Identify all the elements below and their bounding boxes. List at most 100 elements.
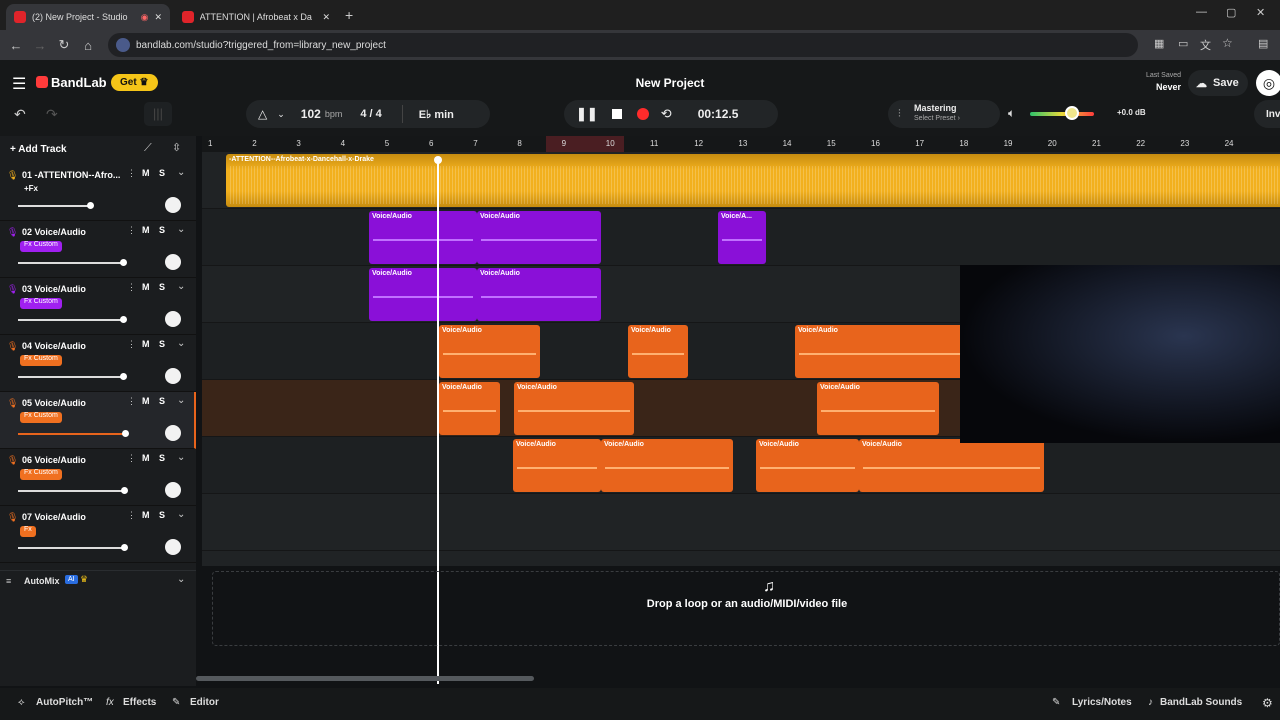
pan-knob[interactable] bbox=[165, 311, 181, 327]
volume-handle[interactable] bbox=[1065, 106, 1079, 120]
solo-button[interactable]: S bbox=[159, 225, 165, 235]
track-header[interactable]: 🎙︎ 03 Voice/Audio Fx Custom ⋮ M S ⌄ bbox=[0, 278, 196, 335]
solo-button[interactable]: S bbox=[159, 396, 165, 406]
audio-clip[interactable]: Voice/Audio bbox=[513, 439, 601, 492]
volume-slider-handle[interactable] bbox=[122, 430, 129, 437]
pan-knob[interactable] bbox=[165, 539, 181, 555]
tool-icon[interactable]: ⟋ bbox=[144, 142, 152, 155]
get-membership-button[interactable]: Get ♛ bbox=[111, 74, 158, 91]
volume-slider[interactable] bbox=[18, 433, 125, 435]
track-lane[interactable] bbox=[202, 437, 1280, 494]
track-header[interactable]: 🎙︎ 07 Voice/Audio Fx ⋮ M S ⌄ bbox=[0, 506, 196, 563]
track-name[interactable]: 03 Voice/Audio bbox=[22, 284, 86, 294]
globe-icon[interactable]: ◎ bbox=[1256, 70, 1280, 96]
pan-knob[interactable] bbox=[165, 482, 181, 498]
pan-knob[interactable] bbox=[165, 425, 181, 441]
fx-badge[interactable]: Fx Custom bbox=[20, 355, 62, 366]
new-tab-icon[interactable]: + bbox=[345, 7, 353, 23]
mute-button[interactable]: M bbox=[142, 168, 150, 178]
chevron-down-icon[interactable]: ⌄ bbox=[177, 224, 185, 235]
pause-icon[interactable]: ❚❚ bbox=[576, 106, 598, 122]
volume-slider[interactable] bbox=[18, 262, 123, 264]
more-options-icon[interactable]: ⋮ bbox=[127, 453, 136, 464]
close-tab-icon[interactable]: ✕ bbox=[154, 12, 162, 23]
browser-tab-studio[interactable]: (2) New Project - Studio ◉ ✕ bbox=[6, 4, 170, 30]
track-lane[interactable] bbox=[202, 494, 1280, 551]
fx-badge[interactable]: Fx Custom bbox=[20, 298, 62, 309]
chevron-down-icon[interactable]: ⌄ bbox=[177, 395, 185, 406]
chevron-down-icon[interactable]: ⌄ bbox=[277, 109, 285, 120]
automix-row[interactable]: ≡ AutoMix AI ♛ ⌄ bbox=[0, 570, 196, 590]
audio-clip[interactable]: Voice/Audio bbox=[369, 268, 477, 321]
mute-button[interactable]: M bbox=[142, 225, 150, 235]
drop-zone[interactable]: ♫ Drop a loop or an audio/MIDI/video fil… bbox=[212, 571, 1280, 646]
volume-slider[interactable] bbox=[18, 490, 124, 492]
track-name[interactable]: 04 Voice/Audio bbox=[22, 341, 86, 351]
lyrics-notes-button[interactable]: Lyrics/Notes bbox=[1072, 697, 1132, 708]
invite-button[interactable]: Inv bbox=[1254, 100, 1280, 128]
volume-slider-handle[interactable] bbox=[120, 259, 127, 266]
volume-slider-handle[interactable] bbox=[120, 373, 127, 380]
chevron-down-icon[interactable]: ⌄ bbox=[177, 509, 185, 520]
audio-clip[interactable]: Voice/Audio bbox=[795, 325, 975, 378]
speaker-icon[interactable]: 🔈︎ bbox=[1008, 106, 1015, 121]
save-button[interactable]: ☁ Save bbox=[1188, 70, 1248, 96]
chevron-down-icon[interactable]: ⌄ bbox=[177, 574, 185, 585]
translate-icon[interactable]: 文 bbox=[1200, 37, 1211, 53]
track-name[interactable]: 02 Voice/Audio bbox=[22, 227, 86, 237]
volume-slider[interactable] bbox=[18, 205, 90, 207]
fx-badge[interactable]: +Fx bbox=[20, 184, 42, 195]
solo-button[interactable]: S bbox=[159, 168, 165, 178]
more-options-icon[interactable]: ⋮ bbox=[127, 282, 136, 293]
volume-slider-handle[interactable] bbox=[120, 316, 127, 323]
back-icon[interactable]: ← bbox=[4, 33, 28, 57]
more-options-icon[interactable]: ⋮ bbox=[127, 339, 136, 350]
effects-button[interactable]: Effects bbox=[123, 697, 156, 708]
audio-clip[interactable]: Voice/Audio bbox=[477, 211, 601, 264]
fx-badge[interactable]: Fx bbox=[20, 526, 36, 537]
volume-slider-handle[interactable] bbox=[121, 544, 128, 551]
mute-button[interactable]: M bbox=[142, 510, 150, 520]
audio-clip[interactable]: Voice/Audio bbox=[628, 325, 688, 378]
mixer-icon[interactable]: ||| bbox=[144, 102, 172, 126]
volume-slider-handle[interactable] bbox=[121, 487, 128, 494]
redo-icon[interactable]: ↷ bbox=[46, 106, 58, 123]
track-name[interactable]: 01 -ATTENTION--Afro... bbox=[22, 170, 120, 180]
audio-clip[interactable]: Voice/Audio bbox=[514, 382, 634, 435]
pan-knob[interactable] bbox=[165, 197, 181, 213]
mute-button[interactable]: M bbox=[142, 396, 150, 406]
maximize-icon[interactable]: ▢ bbox=[1226, 6, 1236, 19]
audio-clip[interactable]: Voice/Audio bbox=[477, 268, 601, 321]
audio-clip[interactable]: -ATTENTION--Afrobeat-x-Dancehall-x-Drake bbox=[226, 154, 1280, 207]
chevron-down-icon[interactable]: ⌄ bbox=[177, 167, 185, 178]
audio-clip[interactable]: Voice/Audio bbox=[756, 439, 859, 492]
solo-button[interactable]: S bbox=[159, 453, 165, 463]
extensions-icon[interactable]: ▦ bbox=[1154, 37, 1164, 50]
track-header[interactable]: 🎙︎ 02 Voice/Audio Fx Custom ⋮ M S ⌄ bbox=[0, 221, 196, 278]
track-name[interactable]: 06 Voice/Audio bbox=[22, 455, 86, 465]
audio-clip[interactable]: Voice/A... bbox=[718, 211, 766, 264]
settings-icon[interactable]: ⚙ bbox=[1262, 696, 1273, 710]
more-options-icon[interactable]: ⋮ bbox=[127, 168, 136, 179]
solo-button[interactable]: S bbox=[159, 510, 165, 520]
pan-knob[interactable] bbox=[165, 254, 181, 270]
track-header[interactable]: 🎙︎ 06 Voice/Audio Fx Custom ⋮ M S ⌄ bbox=[0, 449, 196, 506]
audio-clip[interactable]: Voice/Audio bbox=[601, 439, 733, 492]
chevron-down-icon[interactable]: ⌄ bbox=[177, 338, 185, 349]
volume-slider[interactable] bbox=[18, 547, 124, 549]
close-tab-icon[interactable]: ✕ bbox=[322, 12, 330, 23]
audio-clip[interactable]: Voice/Audio bbox=[859, 439, 1044, 492]
master-volume-slider[interactable] bbox=[1030, 112, 1094, 116]
menu-icon[interactable]: ☰ bbox=[12, 74, 26, 94]
track-name[interactable]: 05 Voice/Audio bbox=[22, 398, 86, 408]
project-title[interactable]: New Project bbox=[600, 76, 740, 90]
volume-slider[interactable] bbox=[18, 376, 123, 378]
track-header[interactable]: 🎙︎ 04 Voice/Audio Fx Custom ⋮ M S ⌄ bbox=[0, 335, 196, 392]
audio-clip[interactable]: Voice/Audio bbox=[817, 382, 939, 435]
track-header[interactable]: 🎙︎ 05 Voice/Audio Fx Custom ⋮ M S ⌄ bbox=[0, 392, 196, 449]
fx-badge[interactable]: Fx Custom bbox=[20, 412, 62, 423]
bookmark-star-icon[interactable]: ☆ bbox=[1222, 36, 1233, 50]
mute-button[interactable]: M bbox=[142, 453, 150, 463]
more-options-icon[interactable]: ⋮ bbox=[127, 225, 136, 236]
side-panel-icon[interactable]: ▤ bbox=[1258, 37, 1268, 50]
